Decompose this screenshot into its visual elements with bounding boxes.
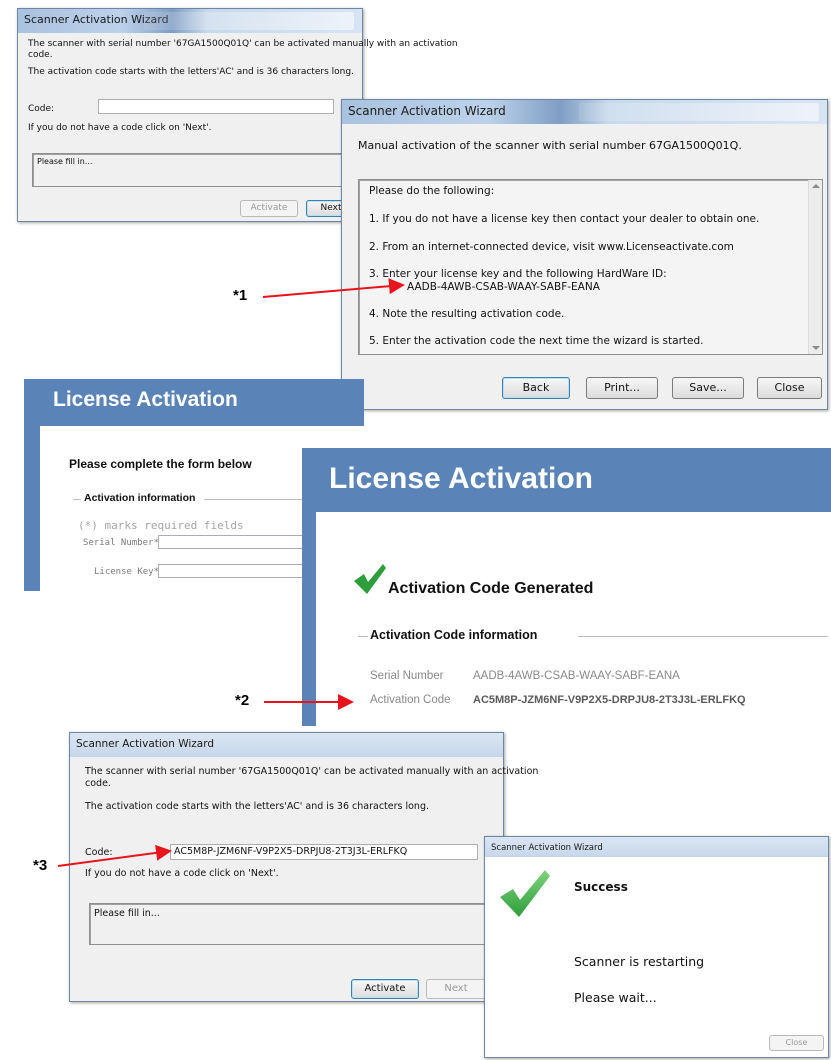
intro-line-cont: code. (28, 50, 53, 60)
dialog-body: Success Scanner is restarting Please wai… (485, 857, 828, 1057)
success-dialog: Scanner Activation Wizard Success Scanne… (484, 836, 829, 1058)
serial-number-label: Serial Number (370, 670, 444, 682)
activation-wizard-dialog-filled: Scanner Activation Wizard The scanner wi… (69, 732, 538, 1002)
check-icon (354, 564, 386, 594)
section-rule-left (73, 499, 81, 500)
steps-intro: Please do the following: (369, 185, 495, 197)
code-input-value: AC5M8P-JZM6NF-V9P2X5-DRPJU8-2T3J3L-ERLFK… (174, 846, 408, 857)
page-title: License Activation (329, 462, 593, 495)
step-4: 4. Note the resulting activation code. (369, 308, 565, 320)
form-subtitle: Please complete the form below (69, 457, 252, 471)
close-button[interactable]: Close (757, 377, 822, 399)
background-window-ghost (579, 103, 819, 121)
dialog-body: Manual activation of the scanner with se… (342, 124, 827, 409)
step-2: 2. From an internet-connected device, vi… (369, 241, 734, 253)
code-input[interactable] (98, 99, 334, 114)
intro-line-cont: code. (85, 778, 111, 789)
page-title: License Activation (53, 388, 238, 411)
code-input[interactable]: AC5M8P-JZM6NF-V9P2X5-DRPJU8-2T3J3L-ERLFK… (170, 844, 478, 860)
license-key-label: License Key* (94, 567, 160, 577)
step-3: 3. Enter your license key and the follow… (369, 268, 667, 280)
annotation-2: *2 (235, 692, 250, 709)
intro-line: The scanner with serial number '67GA1500… (85, 766, 539, 777)
background-window-ghost (144, 12, 354, 30)
no-code-hint: If you do not have a code click on 'Next… (85, 868, 279, 879)
instructions-panel: Please do the following: 1. If you do no… (358, 179, 823, 355)
dialog-titlebar: Scanner Activation Wizard (70, 733, 503, 757)
dialog-titlebar: Scanner Activation Wizard (18, 9, 362, 33)
hardware-id: AADB-4AWB-CSAB-WAAY-SABF-EANA (407, 281, 600, 293)
save-button[interactable]: Save... (672, 377, 744, 399)
section-rule-left (358, 636, 368, 637)
manual-activation-heading: Manual activation of the scanner with se… (358, 139, 742, 152)
dialog-body: The scanner with serial number '67GA1500… (18, 33, 458, 221)
print-button[interactable]: Print... (586, 377, 658, 399)
code-label: Code: (85, 847, 113, 858)
activation-code-value: AC5M8P-JZM6NF-V9P2X5-DRPJU8-2T3J3L-ERLFK… (473, 694, 746, 706)
info-box: Please fill in... (89, 903, 487, 945)
result-content: Activation Code Generated Activation Cod… (316, 512, 831, 726)
dialog-body: The scanner with serial number '67GA1500… (70, 757, 538, 1001)
step-5: 5. Enter the activation code the next ti… (369, 335, 704, 347)
success-heading: Success (574, 880, 628, 894)
back-button[interactable]: Back (502, 377, 570, 399)
scroll-down-icon[interactable] (812, 346, 820, 350)
code-label: Code: (28, 104, 55, 114)
activate-button[interactable]: Activate (240, 200, 298, 217)
restarting-message: Scanner is restarting (574, 954, 705, 969)
dialog-titlebar: Scanner Activation Wizard (485, 837, 828, 857)
scrollbar[interactable] (808, 180, 822, 354)
section-rule-right (578, 636, 828, 637)
section-heading: Activation information (84, 492, 196, 504)
serial-number-value: AADB-4AWB-CSAB-WAAY-SABF-EANA (473, 670, 680, 682)
no-code-hint: If you do not have a code click on 'Next… (28, 123, 212, 133)
info-box: Please fill in... (32, 153, 352, 187)
info-box-text: Please fill in... (94, 908, 160, 919)
scroll-up-icon[interactable] (812, 184, 820, 188)
success-check-icon (500, 870, 550, 917)
required-fields-note: (*) marks required fields (78, 519, 244, 532)
please-wait-message: Please wait... (574, 990, 657, 1005)
info-box-text: Please fill in... (37, 157, 93, 166)
status-heading: Activation Code Generated (388, 580, 594, 597)
activation-code-label: Activation Code (370, 694, 451, 706)
code-length-note: The activation code starts with the lett… (85, 801, 430, 812)
dialog-title: Scanner Activation Wizard (491, 843, 603, 853)
step-1: 1. If you do not have a license key then… (369, 213, 760, 225)
dialog-title: Scanner Activation Wizard (348, 104, 506, 118)
annotation-1: *1 (233, 287, 248, 304)
license-activation-result-page: License Activation Activation Code Gener… (302, 448, 831, 726)
activation-wizard-dialog-empty: Scanner Activation Wizard The scanner wi… (17, 8, 458, 222)
section-heading: Activation Code information (370, 628, 538, 642)
next-button[interactable]: Next (426, 979, 486, 999)
dialog-title: Scanner Activation Wizard (76, 738, 215, 750)
close-button[interactable]: Close (769, 1035, 824, 1051)
manual-activation-dialog: Scanner Activation Wizard Manual activat… (341, 99, 828, 410)
dialog-titlebar: Scanner Activation Wizard (342, 100, 827, 124)
annotation-3: *3 (33, 857, 48, 874)
code-length-note: The activation code starts with the lett… (28, 67, 354, 77)
activate-button[interactable]: Activate (351, 979, 419, 999)
intro-line: The scanner with serial number '67GA1500… (28, 39, 458, 49)
serial-number-label: Serial Number* (83, 538, 159, 548)
